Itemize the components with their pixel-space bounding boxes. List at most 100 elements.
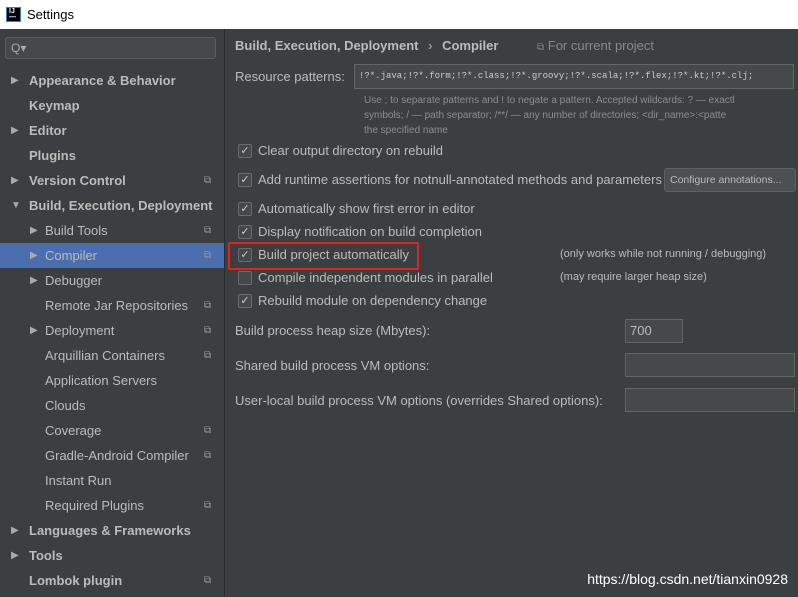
settings-sidebar: Q▾ ▶ Appearance & Behavior Keymap ▶ Editor Pl… xyxy=(0,29,225,597)
copy-icon: ⧉ xyxy=(537,42,545,53)
chevron-right-icon[interactable]: ▶ xyxy=(11,543,19,568)
breadcrumb-build: Build, Execution, Deployment xyxy=(235,38,419,53)
breadcrumb-compiler: Compiler xyxy=(442,38,499,53)
sidebar-item[interactable]: Gradle-Android Compiler ⧉ xyxy=(0,443,224,468)
chevron-right-icon[interactable]: ▶ xyxy=(11,168,19,193)
chevron-right-icon[interactable]: ▶ xyxy=(11,68,19,93)
project-scope-icon: ⧉ xyxy=(204,425,212,436)
resource-hint-2: symbols; / — path separator; /**/ — any … xyxy=(364,110,727,121)
sidebar-item-label: Tools xyxy=(29,548,63,563)
option-label: Display notification on build completion xyxy=(258,224,483,239)
sidebar-item-label: Instant Run xyxy=(45,473,112,488)
chevron-right-icon[interactable]: ▶ xyxy=(11,518,19,543)
sidebar-item-label: Editor xyxy=(29,123,67,138)
sidebar-item-label: Lombok plugin xyxy=(29,573,123,588)
breadcrumb-separator: › xyxy=(428,38,433,53)
sidebar-item[interactable]: Clouds xyxy=(0,393,224,418)
heap-size-input[interactable]: 700 xyxy=(625,319,683,343)
sidebar-item[interactable]: Coverage ⧉ xyxy=(0,418,224,443)
chevron-right-icon[interactable]: ▶ xyxy=(30,268,38,293)
sidebar-item-label: Coverage xyxy=(45,423,102,438)
sidebar-item-label: Build Tools xyxy=(45,223,108,238)
checkbox[interactable]: ✓ xyxy=(238,294,252,308)
sidebar-item[interactable]: ▶ Compiler ⧉ xyxy=(0,243,224,268)
sidebar-item[interactable]: ▼ Build, Execution, Deployment xyxy=(0,193,224,218)
project-scope-icon: ⧉ xyxy=(204,350,212,361)
sidebar-item-label: Debugger xyxy=(45,273,103,288)
option-label: Compile independent modules in parallel xyxy=(258,270,493,285)
heap-size-label: Build process heap size (Mbytes): xyxy=(235,323,431,338)
sidebar-item-label: Gradle-Android Compiler xyxy=(45,448,189,463)
resource-hints: Use ; to separate patterns and ! to nega… xyxy=(364,93,792,138)
search-icon: Q▾ xyxy=(11,41,27,55)
sidebar-item[interactable]: ▶ Deployment ⧉ xyxy=(0,318,224,343)
window-title: Settings xyxy=(27,7,74,22)
sidebar-item-label: Clouds xyxy=(45,398,86,413)
resource-patterns-input[interactable]: !?*.java;!?*.form;!?*.class;!?*.groovy;!… xyxy=(354,64,794,89)
sidebar-item[interactable]: Required Plugins ⧉ xyxy=(0,493,224,518)
sidebar-item[interactable]: Remote Jar Repositories ⧉ xyxy=(0,293,224,318)
watermark: https://blog.csdn.net/tianxin0928 xyxy=(587,571,788,587)
sidebar-item[interactable]: ▶ Debugger xyxy=(0,268,224,293)
checkbox[interactable]: ✓ xyxy=(238,225,252,239)
sidebar-item[interactable]: Lombok plugin ⧉ xyxy=(0,568,224,593)
title-bar: IJ — Settings xyxy=(0,0,798,29)
search-input[interactable]: Q▾ xyxy=(5,37,216,59)
option-label: Add runtime assertions for notnull-annot… xyxy=(258,172,662,187)
shared-vm-options-label: Shared build process VM options: xyxy=(235,358,430,373)
intellij-logo-icon: IJ — xyxy=(6,7,21,22)
sidebar-item-label: Required Plugins xyxy=(45,498,145,513)
sidebar-item[interactable]: Instant Run xyxy=(0,468,224,493)
option-note: (only works while not running / debuggin… xyxy=(560,248,767,260)
chevron-right-icon[interactable]: ▶ xyxy=(30,218,38,243)
chevron-right-icon[interactable]: ▶ xyxy=(30,318,38,343)
shared-vm-options-input[interactable] xyxy=(625,353,795,377)
user-vm-options-input[interactable] xyxy=(625,388,795,412)
project-scope-icon: ⧉ xyxy=(204,575,212,586)
project-scope-icon: ⧉ xyxy=(204,450,212,461)
sidebar-item[interactable]: ▶ Appearance & Behavior xyxy=(0,68,224,93)
sidebar-item-label: Build, Execution, Deployment xyxy=(29,198,213,213)
project-scope-icon: ⧉ xyxy=(204,325,212,336)
chevron-down-icon[interactable]: ▼ xyxy=(11,193,21,218)
sidebar-item-label: Deployment xyxy=(45,323,115,338)
sidebar-item[interactable]: ▶ Tools xyxy=(0,543,224,568)
resource-hint-3: the specified name xyxy=(364,125,448,136)
checkbox[interactable]: ✓ xyxy=(238,173,252,187)
project-scope-icon: ⧉ xyxy=(204,175,212,186)
sidebar-item[interactable]: Keymap xyxy=(0,93,224,118)
option-label: Rebuild module on dependency change xyxy=(258,293,488,308)
option-label: Clear output directory on rebuild xyxy=(258,143,443,158)
sidebar-item[interactable]: ▶ Editor xyxy=(0,118,224,143)
project-scope-icon: ⧉ xyxy=(204,500,212,511)
option-note: (may require larger heap size) xyxy=(560,271,707,283)
breadcrumb: Build, Execution, Deployment › Compiler xyxy=(235,38,498,53)
project-scope-icon: ⧉ xyxy=(204,300,212,311)
sidebar-item-label: Keymap xyxy=(29,98,80,113)
resource-hint-1: Use ; to separate patterns and ! to nega… xyxy=(364,95,735,106)
sidebar-item[interactable]: Arquillian Containers ⧉ xyxy=(0,343,224,368)
checkbox[interactable]: ✓ xyxy=(238,144,252,158)
resource-patterns-label: Resource patterns: xyxy=(235,69,345,84)
sidebar-item[interactable]: ▶ Languages & Frameworks xyxy=(0,518,224,543)
checkbox[interactable]: ✓ xyxy=(238,202,252,216)
project-scope-icon: ⧉ xyxy=(204,250,212,261)
configure-annotations-button[interactable]: Configure annotations... xyxy=(664,168,796,192)
highlight-box xyxy=(228,242,419,270)
sidebar-item-label: Remote Jar Repositories xyxy=(45,298,189,313)
checkbox[interactable] xyxy=(238,271,252,285)
sidebar-item-label: Appearance & Behavior xyxy=(29,73,176,88)
sidebar-item-label: Plugins xyxy=(29,148,76,163)
chevron-right-icon[interactable]: ▶ xyxy=(30,243,38,268)
sidebar-item-label: Compiler xyxy=(45,248,98,263)
sidebar-item[interactable]: ▶ Build Tools ⧉ xyxy=(0,218,224,243)
compiler-settings-panel: Build, Execution, Deployment › Compiler … xyxy=(226,29,798,597)
scope-label: ⧉ For current project xyxy=(537,38,654,53)
sidebar-item-label: Arquillian Containers xyxy=(45,348,165,363)
sidebar-item-label: Application Servers xyxy=(45,373,157,388)
sidebar-item[interactable]: Application Servers xyxy=(0,368,224,393)
sidebar-item[interactable]: ▶ Version Control ⧉ xyxy=(0,168,224,193)
chevron-right-icon[interactable]: ▶ xyxy=(11,118,19,143)
sidebar-item[interactable]: Plugins xyxy=(0,143,224,168)
user-vm-options-label: User-local build process VM options (ove… xyxy=(235,393,603,408)
